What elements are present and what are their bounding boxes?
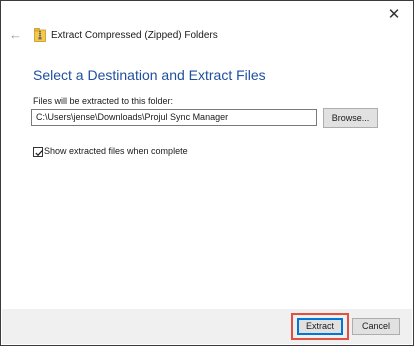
show-files-label: Show extracted files when complete bbox=[44, 146, 188, 156]
extract-button[interactable]: Extract bbox=[297, 318, 343, 335]
destination-path-input[interactable]: C:\Users\jense\Downloads\Projul Sync Man… bbox=[31, 109, 317, 126]
back-arrow-icon[interactable]: ← bbox=[9, 28, 22, 41]
zip-folder-icon bbox=[34, 28, 46, 42]
button-bar: Extract Cancel bbox=[2, 309, 412, 344]
checkmark-icon bbox=[35, 150, 43, 157]
destination-label: Files will be extracted to this folder: bbox=[33, 96, 174, 106]
extract-wizard-window: ✕ ← Extract Compressed (Zipped) Folders … bbox=[0, 0, 414, 346]
browse-button[interactable]: Browse... bbox=[323, 108, 378, 128]
close-icon[interactable]: ✕ bbox=[387, 7, 401, 22]
page-title: Select a Destination and Extract Files bbox=[33, 67, 266, 83]
show-files-checkbox[interactable] bbox=[33, 147, 43, 157]
wizard-header: ← Extract Compressed (Zipped) Folders bbox=[1, 27, 413, 49]
wizard-title: Extract Compressed (Zipped) Folders bbox=[51, 30, 218, 41]
cancel-button[interactable]: Cancel bbox=[352, 318, 400, 335]
